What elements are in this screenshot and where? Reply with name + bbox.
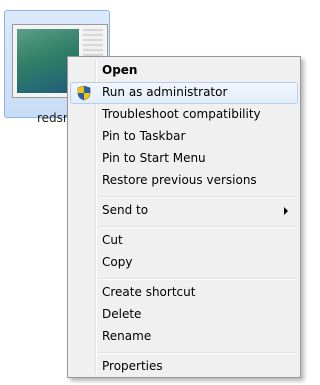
menu-item-troubleshoot-compatibility[interactable]: Troubleshoot compatibility xyxy=(70,104,298,126)
menu-item-cut[interactable]: Cut xyxy=(70,230,298,252)
menu-item-properties[interactable]: Properties xyxy=(70,356,298,378)
menu-item-send-to[interactable]: Send to xyxy=(70,200,298,222)
menu-item-pin-to-start-menu[interactable]: Pin to Start Menu xyxy=(70,148,298,170)
menu-item-create-shortcut[interactable]: Create shortcut xyxy=(70,282,298,304)
context-menu: Open Run as administrator Troubleshoot c… xyxy=(67,56,301,378)
desktop: redsn0 Open Run as administrator Trouble… xyxy=(0,0,308,385)
menu-item-rename[interactable]: Rename xyxy=(70,326,298,348)
menu-item-run-as-administrator[interactable]: Run as administrator xyxy=(70,82,298,104)
menu-item-delete[interactable]: Delete xyxy=(70,304,298,326)
menu-separator xyxy=(98,196,296,198)
menu-item-copy[interactable]: Copy xyxy=(70,252,298,274)
menu-separator xyxy=(98,352,296,354)
menu-item-restore-previous-versions[interactable]: Restore previous versions xyxy=(70,170,298,192)
uac-shield-icon xyxy=(77,85,91,101)
menu-item-open[interactable]: Open xyxy=(70,60,298,82)
menu-separator xyxy=(98,278,296,280)
menu-separator xyxy=(98,226,296,228)
submenu-arrow-icon xyxy=(284,207,288,215)
menu-item-pin-to-taskbar[interactable]: Pin to Taskbar xyxy=(70,126,298,148)
